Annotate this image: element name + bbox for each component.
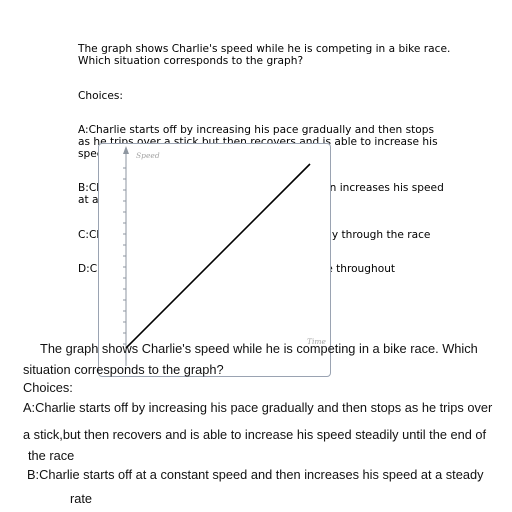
question-prompt: The graph shows Charlie's speed while he…: [78, 43, 451, 67]
y-axis-arrowhead: [123, 146, 129, 154]
y-axis-label: Speed: [136, 151, 160, 160]
overlay-line-6: the race: [28, 448, 75, 463]
overlay-question-text: The graph shows Charlie's speed while he…: [0, 338, 512, 512]
overlay-line-5: a stick,but then recovers and is able to…: [23, 427, 487, 442]
overlay-line-4: A:Charlie starts off by increasing his p…: [23, 400, 493, 415]
overlay-line-1: The graph shows Charlie's speed while he…: [40, 341, 478, 356]
choices-heading: Choices:: [78, 89, 123, 102]
speed-line: [125, 163, 311, 349]
overlay-line-3: Choices:: [23, 380, 73, 395]
overlay-line-2: situation corresponds to the graph?: [23, 362, 224, 377]
overlay-line-7: B:Charlie starts off at a constant speed…: [27, 467, 484, 482]
overlay-line-8: rate: [70, 491, 93, 506]
